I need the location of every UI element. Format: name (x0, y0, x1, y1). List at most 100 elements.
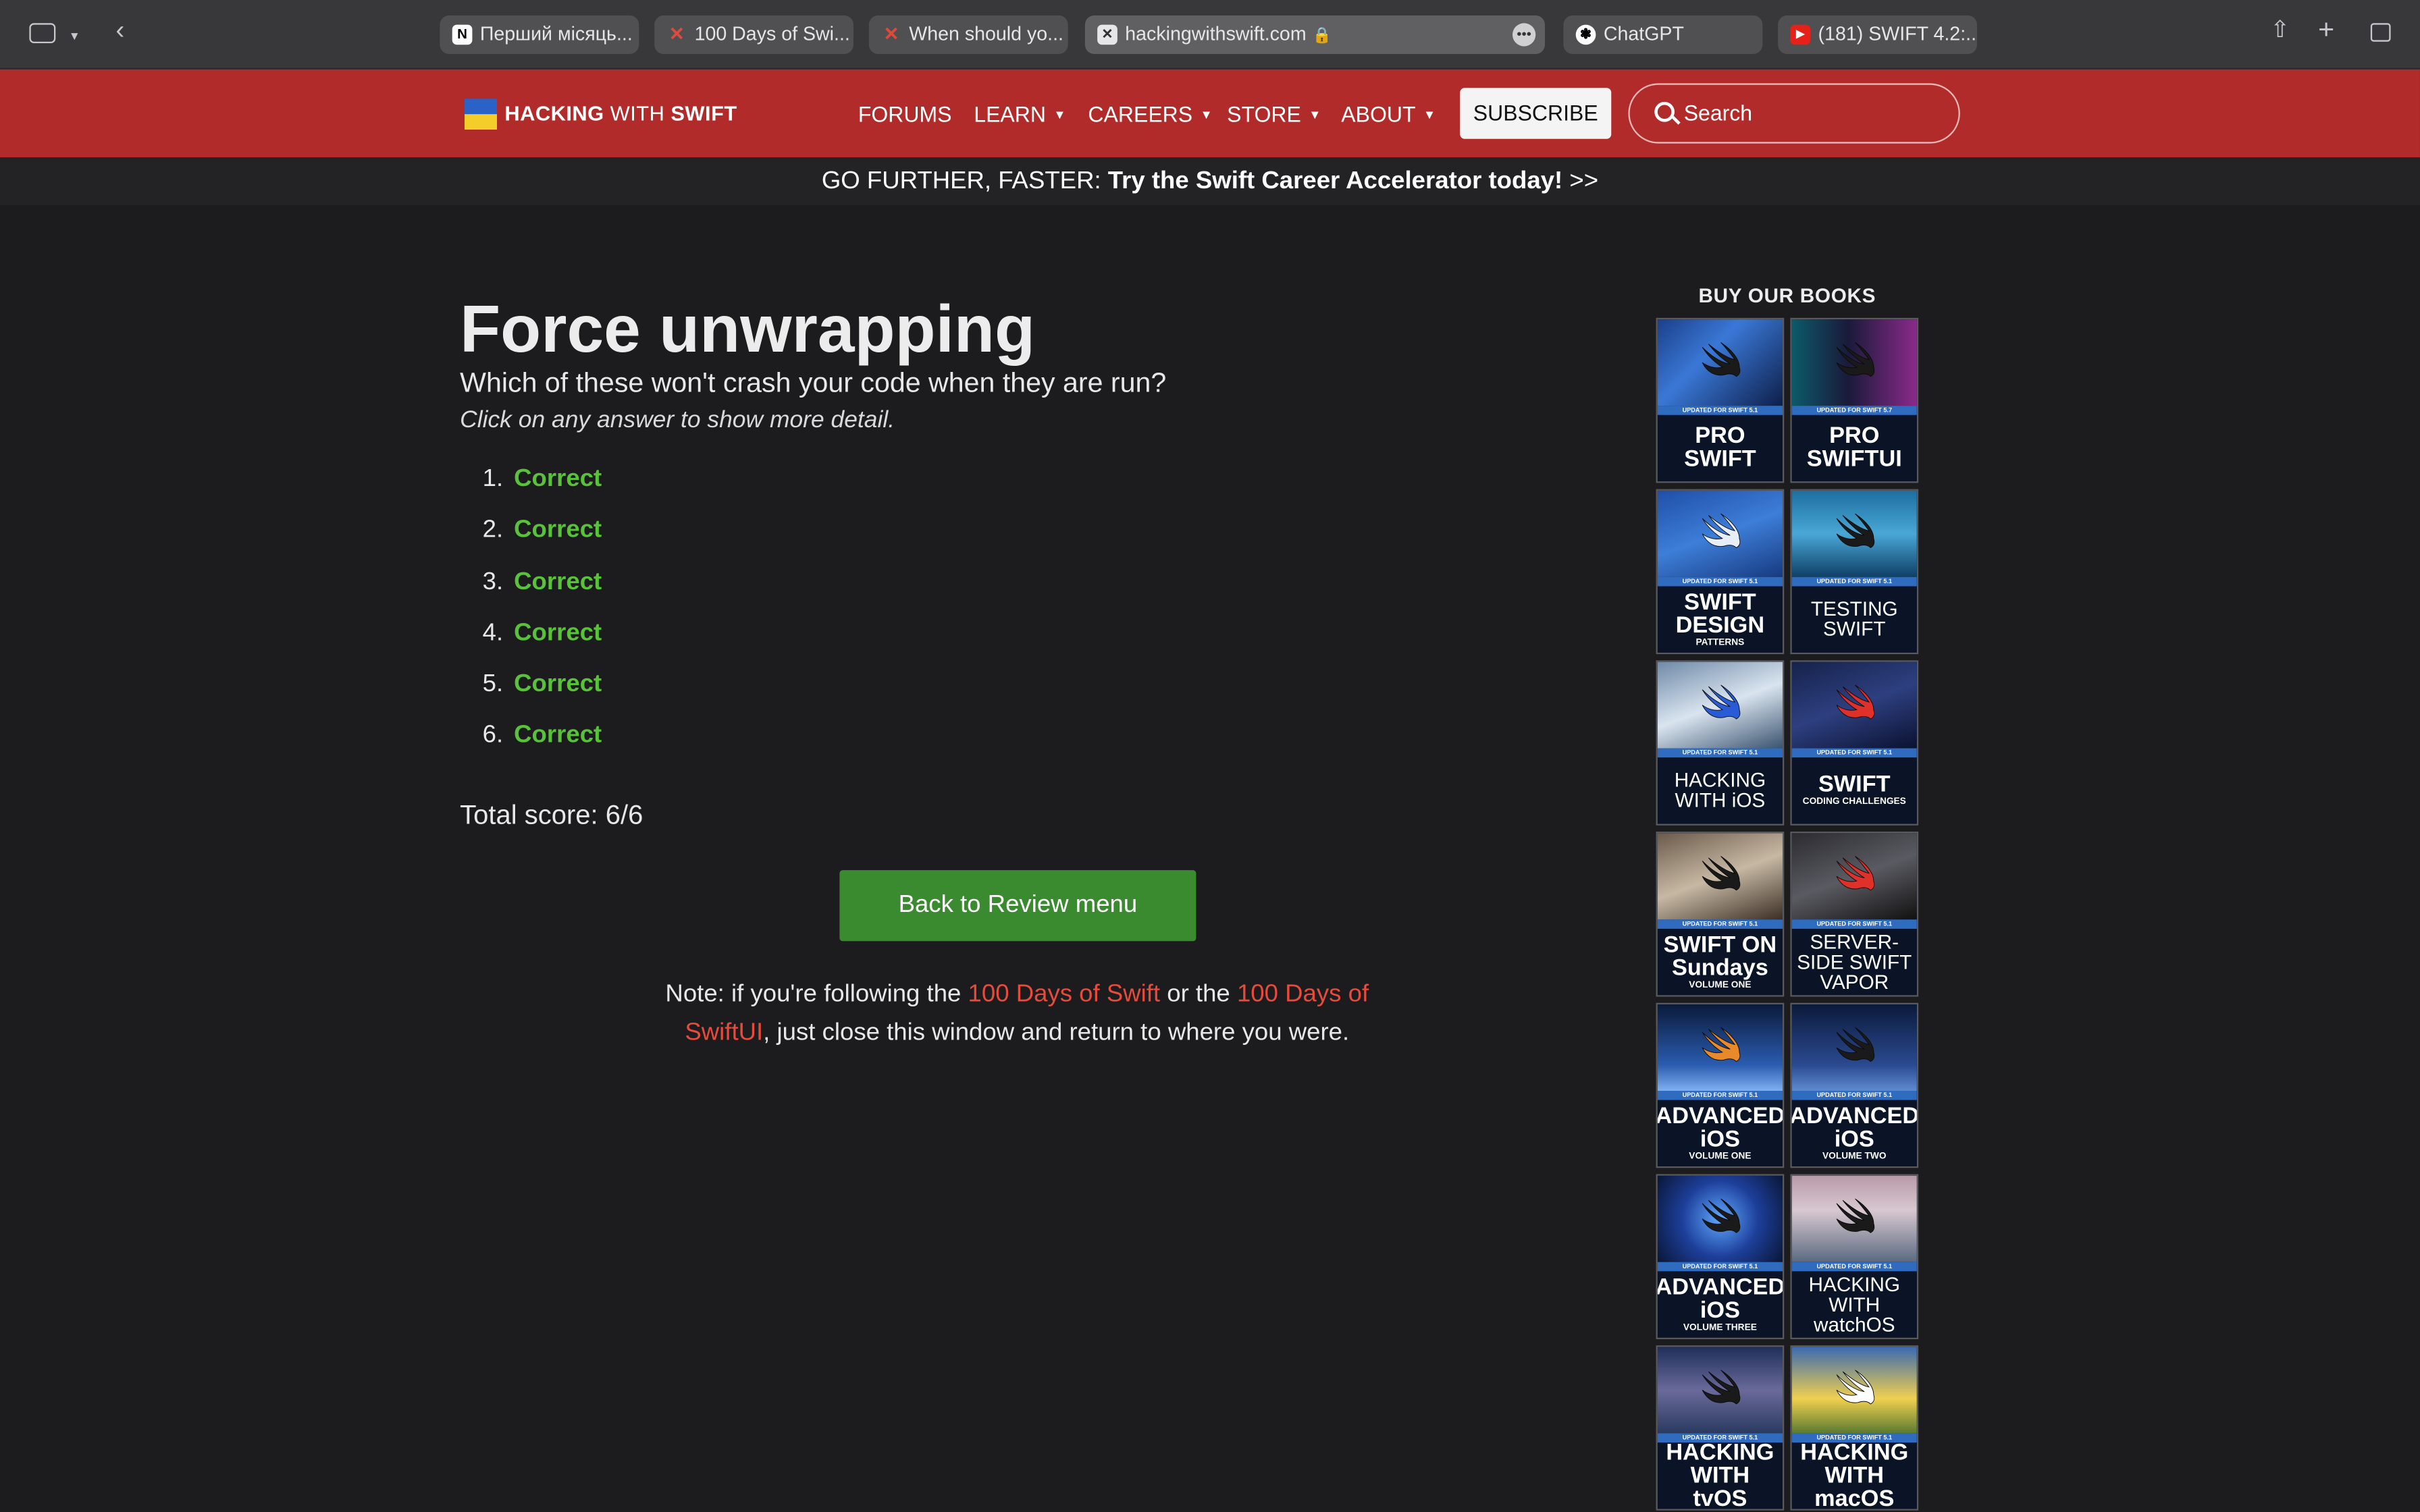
tab-title: 100 Days of Swi... (694, 23, 850, 45)
book-title-line1: ADVANCED (1790, 1102, 1919, 1129)
book-label: ADVANCED iOS VOLUME THREE (1657, 1271, 1783, 1338)
book-cover[interactable]: UPDATED FOR SWIFT 5.7 PRO SWIFTUI (1790, 317, 1919, 483)
nav-learn[interactable]: LEARN ▼ (974, 101, 1066, 130)
tab-hackingwithswift[interactable]: ✕ hackingwithswift.com 🔒 ••• (1084, 15, 1545, 54)
book-label: ADVANCED iOS VOLUME TWO (1790, 1100, 1919, 1166)
back-arrow-icon[interactable]: ‹ (115, 17, 124, 43)
book-version-band: UPDATED FOR SWIFT 5.1 (1657, 576, 1783, 587)
book-cover[interactable]: UPDATED FOR SWIFT 5.1 TESTING SWIFT (1790, 489, 1919, 655)
book-cover[interactable]: UPDATED FOR SWIFT 5.1 SWIFT CODING CHALLEN… (1790, 660, 1919, 826)
book-cover[interactable]: UPDATED FOR SWIFT 5.1 SERVER-SIDE SWIFT VA… (1790, 831, 1919, 997)
tab-overview-icon[interactable] (2370, 23, 2391, 42)
answer-item[interactable]: 4. Correct (472, 617, 935, 668)
tab-100-days[interactable]: ✕ 100 Days of Swi... (654, 15, 853, 54)
book-cover[interactable]: UPDATED FOR SWIFT 5.1 SWIFT DESIGN PATTERNS (1656, 489, 1785, 655)
tab-when-should[interactable]: ✕ When should yo... (868, 15, 1068, 54)
swift-bird-icon (1702, 856, 1741, 891)
book-cover[interactable]: UPDATED FOR SWIFT 5.1 HACKING WITH tvOS (1656, 1345, 1785, 1511)
logo-word-swift: SWIFT (670, 101, 737, 126)
promo-arrows: >> (1562, 168, 1599, 194)
subscribe-button[interactable]: SUBSCRIBE (1460, 88, 1612, 139)
book-subtitle: VOLUME ONE (1689, 1152, 1752, 1161)
chevron-down-icon[interactable]: ▾ (71, 25, 78, 47)
close-icon[interactable]: ✕ (1097, 24, 1117, 45)
answer-result[interactable]: Correct (514, 617, 602, 651)
book-cover[interactable]: UPDATED FOR SWIFT 5.1 ADVANCED iOS VOLUME T… (1790, 1002, 1919, 1168)
note-text: Note: if you're following the 100 Days o… (664, 975, 1371, 1052)
tab-youtube[interactable]: ▶ (181) SWIFT 4.2:... (1778, 15, 1977, 54)
answer-item[interactable]: 3. Correct (472, 566, 935, 617)
answer-result[interactable]: Correct (514, 720, 602, 753)
answer-result[interactable]: Correct (514, 668, 602, 702)
book-label: SERVER-SIDE SWIFT VAPOR (1791, 928, 1917, 996)
book-cover[interactable]: UPDATED FOR SWIFT 5.1 SWIFT ON Sundays VOLU… (1656, 831, 1785, 997)
link-100-days-swift[interactable]: 100 Days of Swift (968, 981, 1161, 1008)
book-cover[interactable]: UPDATED FOR SWIFT 5.1 HACKING WITH iOS (1656, 660, 1785, 826)
swift-icon: ✕ (883, 23, 899, 45)
book-cover[interactable]: UPDATED FOR SWIFT 5.1 HACKING WITH watchOS (1790, 1174, 1919, 1339)
book-version-band: UPDATED FOR SWIFT 5.1 (1791, 919, 1917, 929)
book-version-band: UPDATED FOR SWIFT 5.1 (1791, 748, 1917, 758)
search-input[interactable]: Search (1628, 83, 1960, 144)
book-title-line2: Sundays (1671, 954, 1768, 981)
site-header: HACKING WITH SWIFT FORUMS LEARN ▼ CAREERS… (0, 69, 2420, 158)
book-cover[interactable]: UPDATED FOR SWIFT 5.1 ADVANCED iOS VOLUME T… (1656, 1174, 1785, 1339)
nav-store[interactable]: STORE ▼ (1227, 101, 1321, 130)
book-title-line2: iOS (1700, 1125, 1740, 1152)
caret-down-icon: ▼ (1200, 107, 1213, 122)
answer-number: 1. (482, 466, 504, 493)
sidebar-toggle-icon[interactable] (29, 23, 56, 43)
back-to-review-button[interactable]: Back to Review menu (839, 870, 1196, 942)
promo-banner[interactable]: GO FURTHER, FASTER: Try the Swift Career… (0, 157, 2420, 205)
tab-chatgpt[interactable]: ❃ ChatGPT (1563, 15, 1763, 54)
new-tab-icon[interactable]: + (2318, 16, 2334, 43)
swift-bird-icon (1836, 684, 1875, 720)
book-title-line2: VAPOR (1820, 969, 1889, 993)
book-version-band: UPDATED FOR SWIFT 5.1 (1657, 919, 1783, 929)
book-title-line2: macOS (1814, 1484, 1895, 1511)
book-label: HACKING WITH iOS (1657, 757, 1783, 824)
answer-item[interactable]: 5. Correct (472, 668, 935, 720)
caret-down-icon: ▼ (1309, 107, 1321, 122)
answer-number: 6. (482, 722, 504, 749)
answer-result[interactable]: Correct (514, 463, 602, 497)
book-label: SWIFT DESIGN PATTERNS (1657, 586, 1783, 653)
book-cover[interactable]: UPDATED FOR SWIFT 5.1 PRO SWIFT (1656, 317, 1785, 483)
book-version-band: UPDATED FOR SWIFT 5.1 (1791, 576, 1917, 587)
book-cover[interactable]: UPDATED FOR SWIFT 5.1 HACKING WITH macOS (1790, 1345, 1919, 1511)
answer-item[interactable]: 6. Correct (472, 720, 935, 771)
book-title-line1: ADVANCED (1656, 1102, 1785, 1129)
book-label: HACKING WITH watchOS (1791, 1271, 1917, 1338)
answer-result[interactable]: Correct (514, 566, 602, 599)
book-title-line1: PRO (1829, 423, 1880, 450)
promo-link[interactable]: Try the Swift Career Accelerator today! (1108, 168, 1562, 194)
caret-down-icon: ▼ (1423, 107, 1436, 122)
book-title-line2: watchOS (1813, 1312, 1895, 1336)
tab-notion[interactable]: N Перший місяць... (440, 15, 639, 54)
nav-about[interactable]: ABOUT ▼ (1341, 101, 1436, 130)
answer-item[interactable]: 2. Correct (472, 514, 935, 566)
caret-down-icon: ▼ (1053, 107, 1066, 122)
book-version-band: UPDATED FOR SWIFT 5.1 (1657, 406, 1783, 415)
ukraine-flag-icon (464, 99, 497, 130)
answer-result[interactable]: Correct (514, 514, 602, 548)
promo-lead: GO FURTHER, FASTER: (821, 168, 1108, 194)
search-placeholder: Search (1683, 100, 1753, 126)
more-icon[interactable]: ••• (1512, 23, 1536, 47)
book-version-band: UPDATED FOR SWIFT 5.1 (1657, 1262, 1783, 1272)
book-title-line1: PRO (1695, 423, 1745, 450)
note-part: or the (1160, 981, 1237, 1008)
answer-item[interactable]: 1. Correct (472, 463, 935, 514)
nav-careers[interactable]: CAREERS ▼ (1088, 101, 1212, 130)
share-icon[interactable]: ⇧ (2270, 18, 2290, 41)
book-cover[interactable]: UPDATED FOR SWIFT 5.1 ADVANCED iOS VOLUME O… (1656, 1002, 1785, 1168)
swift-bird-icon (1836, 1370, 1875, 1405)
answer-number: 5. (482, 671, 504, 698)
nav-forums[interactable]: FORUMS (858, 101, 952, 128)
tab-title: (181) SWIFT 4.2:... (1818, 23, 1977, 45)
swift-icon: ✕ (668, 23, 685, 45)
book-label: SWIFT CODING CHALLENGES (1791, 757, 1917, 824)
book-art (1657, 1347, 1783, 1434)
book-title-line2: SWIFT (1823, 617, 1886, 641)
book-title-line1: HACKING WITH (1666, 1438, 1774, 1488)
